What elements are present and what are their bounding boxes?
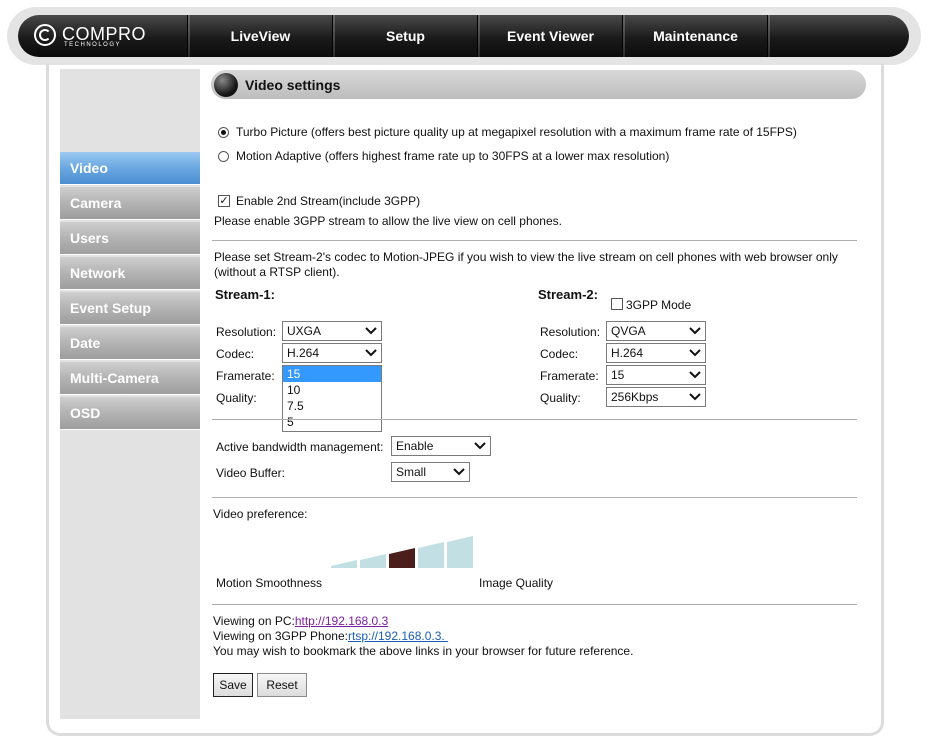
stream2-resolution-label: Resolution: bbox=[540, 325, 601, 339]
chevron-down-icon bbox=[689, 327, 701, 335]
stream1-quality-label: Quality: bbox=[216, 391, 257, 405]
chevron-down-icon bbox=[453, 468, 465, 476]
video-preference-label: Video preference: bbox=[213, 507, 308, 521]
pc-link[interactable]: http://192.168.0.3 bbox=[295, 614, 388, 628]
codec-note-line1: Please set Stream-2's codec to Motion-JP… bbox=[214, 250, 838, 264]
divider bbox=[212, 419, 857, 420]
stream2-framerate-label: Framerate: bbox=[540, 369, 599, 383]
turbo-picture-radio[interactable] bbox=[218, 127, 229, 138]
stream1-resolution-value: UXGA bbox=[287, 324, 322, 338]
title-bullet-icon bbox=[214, 73, 238, 97]
preference-level-bar[interactable] bbox=[389, 548, 415, 568]
stream2-quality-select[interactable]: 256Kbps bbox=[606, 387, 706, 407]
bandwidth-value: Enable bbox=[396, 439, 434, 453]
motion-smoothness-label: Motion Smoothness bbox=[216, 576, 323, 590]
turbo-picture-label: Turbo Picture (offers best picture quali… bbox=[236, 125, 797, 139]
phone-link[interactable]: rtsp://192.168.0.3. bbox=[348, 629, 448, 643]
nav-maintenance[interactable]: Maintenance bbox=[624, 15, 767, 57]
chevron-down-icon bbox=[365, 349, 377, 357]
video-buffer-label: Video Buffer: bbox=[216, 466, 285, 480]
pc-link-line: Viewing on PC:http://192.168.0.3 bbox=[213, 614, 388, 628]
stream1-resolution-label: Resolution: bbox=[216, 325, 277, 339]
compro-logo: COMPRO TECHNOLOGY bbox=[34, 22, 184, 52]
phone-link-label: Viewing on 3GPP Phone: bbox=[213, 629, 348, 643]
stream2-codec-select[interactable]: H.264 bbox=[606, 343, 706, 363]
stream1-framerate-dropdown[interactable]: 15 10 7.5 5 bbox=[282, 365, 382, 432]
motion-adaptive-label: Motion Adaptive (offers highest frame ra… bbox=[236, 149, 670, 163]
divider bbox=[212, 240, 857, 241]
stream2-framerate-value: 15 bbox=[611, 368, 625, 382]
stream1-codec-value: H.264 bbox=[287, 346, 320, 360]
stream1-framerate-label: Framerate: bbox=[216, 369, 275, 383]
stream2-resolution-select[interactable]: QVGA bbox=[606, 321, 706, 341]
3gpp-mode-label: 3GPP Mode bbox=[626, 298, 692, 312]
enable-2nd-stream-checkbox[interactable]: ✓ bbox=[218, 195, 230, 207]
stream2-resolution-value: QVGA bbox=[611, 324, 646, 338]
bandwidth-select[interactable]: Enable bbox=[391, 436, 491, 456]
nav-setup[interactable]: Setup bbox=[334, 15, 477, 57]
sidebar-item-network[interactable]: Network bbox=[60, 257, 200, 290]
framerate-option[interactable]: 10 bbox=[283, 382, 381, 398]
video-preference-slider[interactable] bbox=[331, 536, 477, 568]
enable-2nd-stream-label: Enable 2nd Stream(include 3GPP) bbox=[236, 194, 421, 208]
3gpp-note: Please enable 3GPP stream to allow the l… bbox=[214, 214, 562, 228]
preference-level-bar[interactable] bbox=[331, 560, 357, 568]
save-button[interactable]: Save bbox=[213, 673, 253, 697]
framerate-option[interactable]: 15 bbox=[283, 366, 381, 382]
stream1-codec-select[interactable]: H.264 bbox=[282, 343, 382, 363]
logo-ring-icon bbox=[34, 24, 56, 46]
framerate-option[interactable]: 7.5 bbox=[283, 398, 381, 414]
bookmark-note: You may wish to bookmark the above links… bbox=[213, 644, 634, 658]
sidebar-item-event-setup[interactable]: Event Setup bbox=[60, 292, 200, 325]
nav-event-viewer[interactable]: Event Viewer bbox=[479, 15, 622, 57]
stream1-resolution-select[interactable]: UXGA bbox=[282, 321, 382, 341]
phone-link-line: Viewing on 3GPP Phone:rtsp://192.168.0.3… bbox=[213, 629, 448, 643]
framerate-option[interactable]: 5 bbox=[283, 414, 381, 430]
codec-note-line2: (without a RTSP client). bbox=[214, 265, 340, 279]
preference-level-bar[interactable] bbox=[418, 542, 444, 568]
chevron-down-icon bbox=[689, 393, 701, 401]
chevron-down-icon bbox=[474, 442, 486, 450]
logo-subtitle: TECHNOLOGY bbox=[64, 42, 122, 48]
stream2-title: Stream-2: bbox=[538, 287, 598, 302]
sidebar-item-date[interactable]: Date bbox=[60, 327, 200, 360]
3gpp-mode-checkbox[interactable] bbox=[611, 298, 623, 310]
sidebar-item-users[interactable]: Users bbox=[60, 222, 200, 255]
chevron-down-icon bbox=[689, 371, 701, 379]
video-buffer-value: Small bbox=[396, 465, 427, 479]
chevron-down-icon bbox=[365, 327, 377, 335]
sidebar-item-osd[interactable]: OSD bbox=[60, 397, 200, 430]
stream2-codec-label: Codec: bbox=[540, 347, 579, 361]
image-quality-label: Image Quality bbox=[479, 576, 554, 590]
stream1-title: Stream-1: bbox=[215, 287, 275, 302]
video-buffer-select[interactable]: Small bbox=[391, 462, 470, 482]
divider bbox=[212, 604, 857, 605]
stream2-framerate-select[interactable]: 15 bbox=[606, 365, 706, 385]
preference-level-bar[interactable] bbox=[447, 536, 473, 568]
stream2-codec-value: H.264 bbox=[611, 346, 644, 360]
stream2-quality-label: Quality: bbox=[540, 391, 581, 405]
nav-divider bbox=[767, 15, 770, 57]
bandwidth-label: Active bandwidth management: bbox=[216, 440, 384, 454]
preference-level-bar[interactable] bbox=[360, 554, 386, 568]
divider bbox=[212, 497, 857, 498]
sidebar-item-multi-camera[interactable]: Multi-Camera bbox=[60, 362, 200, 395]
pc-link-label: Viewing on PC: bbox=[213, 614, 295, 628]
nav-liveview[interactable]: LiveView bbox=[189, 15, 332, 57]
motion-adaptive-radio[interactable] bbox=[218, 151, 229, 162]
page-title: Video settings bbox=[245, 77, 341, 93]
stream1-codec-label: Codec: bbox=[216, 347, 255, 361]
sidebar-item-video[interactable]: Video bbox=[60, 152, 200, 185]
chevron-down-icon bbox=[689, 349, 701, 357]
reset-button[interactable]: Reset bbox=[257, 673, 307, 697]
sidebar-item-camera[interactable]: Camera bbox=[60, 187, 200, 220]
stream2-quality-value: 256Kbps bbox=[611, 390, 659, 404]
